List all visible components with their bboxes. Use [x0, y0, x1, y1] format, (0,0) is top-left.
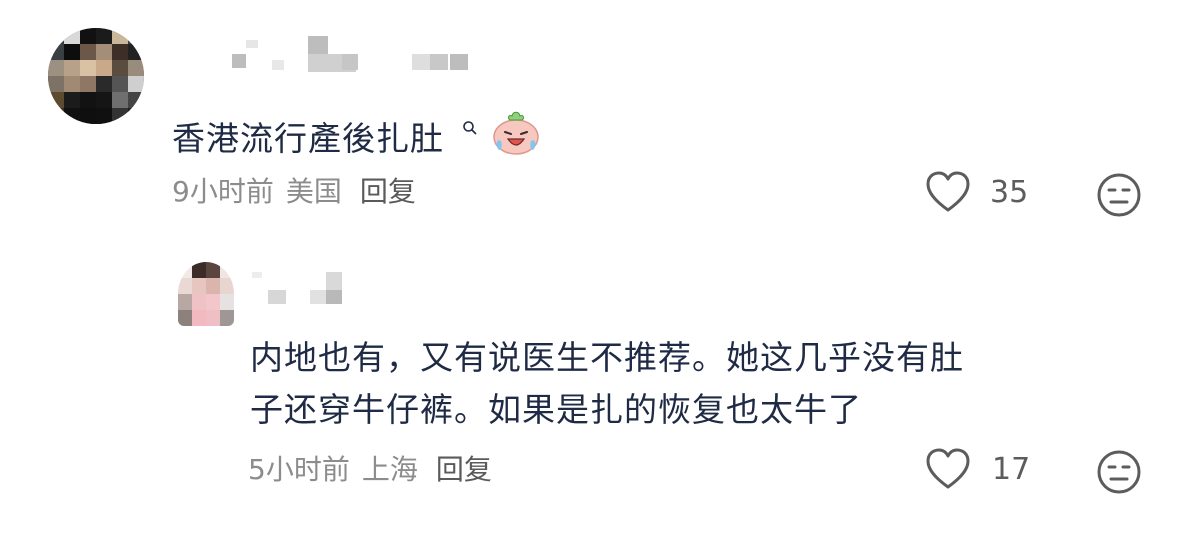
- comment-text: 香港流行產後扎肚: [172, 104, 540, 171]
- heart-outline-icon[interactable]: [924, 170, 972, 214]
- meh-face-icon[interactable]: [1096, 172, 1142, 218]
- laughing-crying-emoji-icon: [492, 111, 540, 164]
- comment-meta: 9小时前 美国 回复: [172, 174, 416, 210]
- like-count: 17: [992, 452, 1031, 487]
- reply-button[interactable]: 回复: [360, 175, 416, 208]
- reply-button[interactable]: 回复: [436, 453, 492, 486]
- avatar[interactable]: [48, 28, 144, 124]
- comment-text-line: 内地也有，又有说医生不推荐。她这几乎没有肚: [250, 338, 964, 377]
- meh-face-icon[interactable]: [1096, 449, 1142, 495]
- username-pixelated[interactable]: [252, 268, 352, 308]
- comment-text: 内地也有，又有说医生不推荐。她这几乎没有肚 子还穿牛仔裤。如果是扎的恢复也太牛了: [250, 332, 964, 436]
- search-icon[interactable]: [462, 120, 485, 141]
- comment-meta: 5小时前 上海 回复: [248, 452, 492, 488]
- heart-outline-icon[interactable]: [924, 447, 972, 491]
- location: 美国: [285, 175, 342, 208]
- location: 上海: [361, 453, 418, 486]
- like-count: 35: [990, 175, 1029, 210]
- comment-text-content: 香港流行產後扎肚: [172, 119, 444, 158]
- timestamp: 9小时前: [172, 175, 274, 208]
- comment-text-line: 子还穿牛仔裤。如果是扎的恢复也太牛了: [250, 390, 862, 429]
- timestamp: 5小时前: [248, 453, 350, 486]
- avatar[interactable]: [178, 262, 234, 326]
- username-pixelated[interactable]: [232, 34, 472, 74]
